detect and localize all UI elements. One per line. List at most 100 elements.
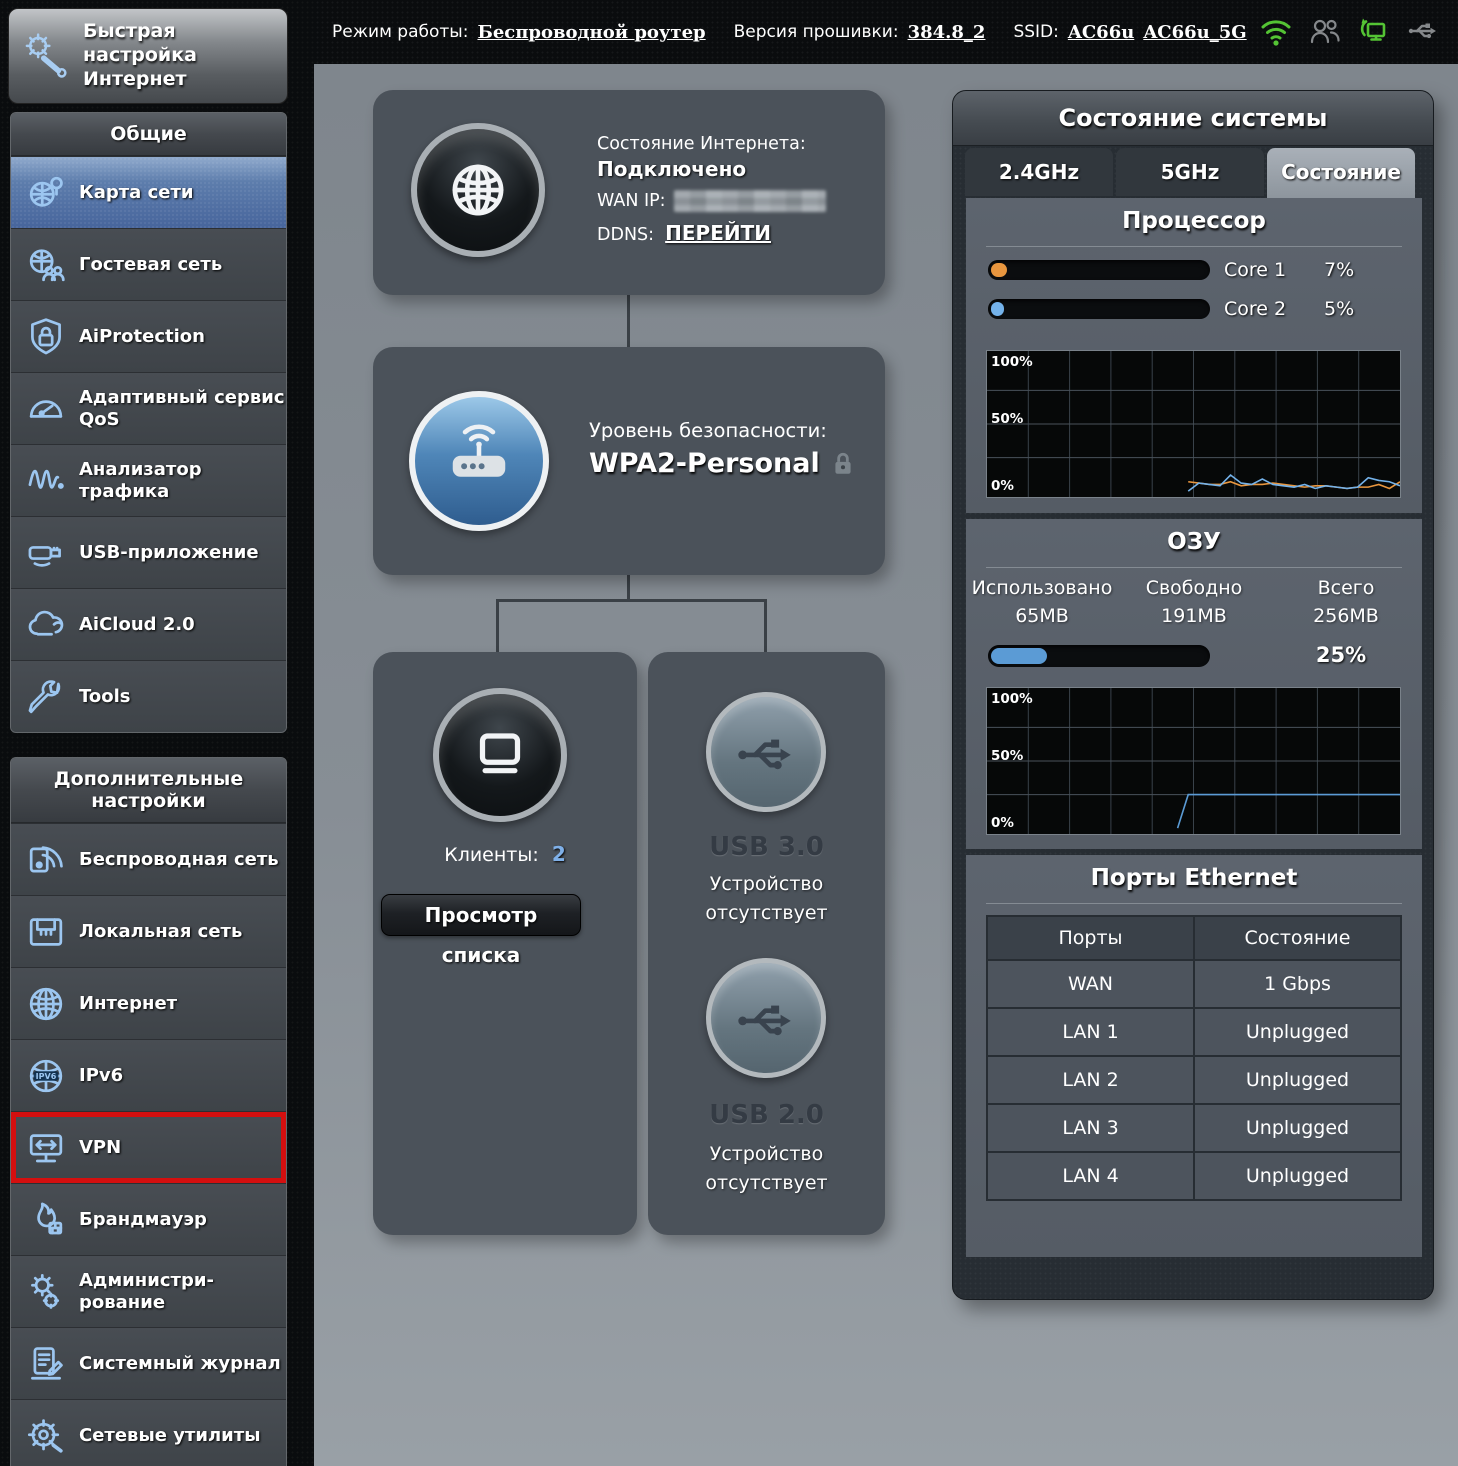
table-cell: Unplugged [1194, 1056, 1401, 1104]
lan-icon [25, 911, 67, 953]
table-column-header: Порты [987, 916, 1194, 960]
sidebar-item-label: Администри- рование [79, 1270, 214, 1313]
sidebar-item-network-map[interactable]: Карта сети [11, 156, 286, 228]
divider [986, 246, 1402, 247]
sidebar-item-label: Брандмауэр [79, 1209, 207, 1231]
guest-network-icon [25, 244, 67, 286]
traffic-analyzer-icon [25, 460, 67, 502]
divider [986, 903, 1402, 904]
sidebar-item-guest-network[interactable]: Гостевая сеть [11, 228, 286, 300]
clients-label: Клиенты: [444, 844, 539, 866]
core2-value: 5% [1324, 298, 1354, 320]
security-level-value: WPA2-Personal [589, 448, 820, 479]
mode-label: Режим работы: [332, 22, 468, 42]
wifi-status-icon[interactable] [1259, 14, 1293, 48]
ethernet-ports-table: ПортыСостояние WAN1 GbpsLAN 1UnpluggedLA… [986, 915, 1402, 1201]
graph-axis-label: 100% [991, 691, 1033, 707]
sidebar-item-label: Интернет [79, 993, 177, 1015]
sidebar-item-label: AiProtection [79, 326, 205, 348]
sidebar-item-ipv6[interactable]: IPV6 IPv6 [11, 1039, 286, 1111]
firewall-icon [25, 1199, 67, 1241]
core2-label: Core 2 [1224, 298, 1286, 320]
ram-used: Использовано 65MB [966, 575, 1118, 630]
ram-total: Всего 256MB [1270, 575, 1422, 630]
sidebar-item-traffic-analyzer[interactable]: Анализатор трафика [11, 444, 286, 516]
sidebar-section: ОбщиеКарта сети Гостевая сеть AiProtection… [10, 112, 287, 733]
usb-status-icon[interactable] [1406, 14, 1440, 48]
header-status-icons [1259, 14, 1440, 48]
tab-status[interactable]: Состояние [1267, 148, 1415, 198]
internet-globe-button[interactable] [411, 123, 545, 257]
sidebar-item-wan[interactable]: Интернет [11, 967, 286, 1039]
ethernet-section: Порты Ethernet ПортыСостояние WAN1 GbpsL… [966, 855, 1422, 1257]
network-map-icon [25, 172, 67, 214]
lock-icon [830, 451, 856, 477]
header-info: Режим работы: Беспроводной роутер Версия… [332, 0, 1247, 64]
table-row: LAN 2Unplugged [987, 1056, 1401, 1104]
cpu-section: Процессор Core 1 7% Core 2 5% 100%50%0% [966, 198, 1422, 513]
ram-free-value: 191MB [1118, 603, 1270, 631]
sidebar-item-label: IPv6 [79, 1065, 123, 1087]
ethernet-section-title: Порты Ethernet [966, 865, 1422, 891]
sidebar-item-qos[interactable]: Адаптивный сервис QoS [11, 372, 286, 444]
security-level-label: Уровень безопасности: [589, 419, 856, 442]
sidebar-item-aiprotection[interactable]: AiProtection [11, 300, 286, 372]
vpn-icon [25, 1127, 67, 1169]
ssid-24-link[interactable]: AC66u [1068, 22, 1134, 43]
ipv6-icon: IPV6 [25, 1055, 67, 1097]
sidebar-item-system-log[interactable]: Системный журнал [11, 1327, 286, 1399]
usb2-title: USB 2.0 [648, 1100, 885, 1130]
sidebar-item-firewall[interactable]: Брандмауэр [11, 1183, 286, 1255]
sidebar-item-wireless[interactable]: Беспроводная сеть [11, 823, 286, 895]
connector-line [627, 575, 630, 601]
table-cell: LAN 1 [987, 1008, 1194, 1056]
sidebar-item-label: Гостевая сеть [79, 254, 222, 276]
sidebar-item-administration[interactable]: Администри- рование [11, 1255, 286, 1327]
quick-setup-button[interactable]: Быстрая настройка Интернет [8, 8, 288, 104]
sidebar-item-aicloud[interactable]: AiCloud 2.0 [11, 588, 286, 660]
wan-ip-label: WAN IP: [597, 191, 666, 211]
sidebar-item-network-tools[interactable]: Сетевые утилиты [11, 1399, 286, 1466]
firmware-value-link[interactable]: 384.8_2 [908, 22, 986, 43]
tab-5ghz[interactable]: 5GHz [1116, 148, 1264, 196]
network-utils-icon [25, 1415, 67, 1457]
clients-card: Клиенты: 2 Просмотр списка [373, 652, 637, 1235]
usb3-status: Устройство отсутствует [648, 870, 885, 927]
sidebar-item-tools[interactable]: Tools [11, 660, 286, 732]
internet-status-card: Состояние Интернета: Подключено WAN IP: … [373, 90, 885, 295]
mode-value-link[interactable]: Беспроводной роутер [477, 22, 705, 43]
sidebar-item-usb-app[interactable]: USB-приложение [11, 516, 286, 588]
sidebar-item-label: Сетевые утилиты [79, 1425, 261, 1447]
tab-24ghz[interactable]: 2.4GHz [965, 148, 1113, 196]
table-row: WAN1 Gbps [987, 960, 1401, 1008]
usb-trident-icon [731, 717, 801, 787]
router-security-button[interactable] [409, 391, 549, 531]
sync-status-icon[interactable] [1357, 14, 1391, 48]
view-list-button[interactable]: Просмотр списка [381, 894, 581, 936]
quick-setup-icon [19, 29, 73, 83]
sidebar-section-title: Общие [11, 113, 286, 156]
usb3-title: USB 3.0 [648, 832, 885, 862]
ddns-go-link[interactable]: ПЕРЕЙТИ [665, 221, 771, 245]
clients-button[interactable] [433, 688, 567, 822]
clients-status-icon[interactable] [1308, 14, 1342, 48]
usb3-button[interactable] [706, 692, 826, 812]
graph-axis-label: 100% [991, 354, 1033, 370]
sidebar-item-vpn[interactable]: VPN [11, 1111, 286, 1183]
sidebar-item-label: Системный журнал [79, 1353, 281, 1375]
ram-free-label: Свободно [1118, 575, 1270, 603]
sidebar-item-lan[interactable]: Локальная сеть [11, 895, 286, 967]
ram-bar-fill [991, 648, 1047, 664]
graph-axis-label: 50% [991, 411, 1023, 427]
connector-line [496, 599, 767, 602]
core2-bar [988, 299, 1210, 319]
sidebar-section-title: Дополнительные настройки [11, 758, 286, 823]
ssid-5g-link[interactable]: AC66u_5G [1143, 22, 1246, 43]
sidebar-section: Дополнительные настройкиБеспроводная сет… [10, 757, 287, 1466]
ram-usage-graph: 100%50%0% [986, 687, 1401, 835]
usb2-button[interactable] [706, 958, 826, 1078]
aiprotection-icon [25, 316, 67, 358]
ram-used-label: Использовано [966, 575, 1118, 603]
table-row: LAN 3Unplugged [987, 1104, 1401, 1152]
graph-axis-label: 50% [991, 748, 1023, 764]
